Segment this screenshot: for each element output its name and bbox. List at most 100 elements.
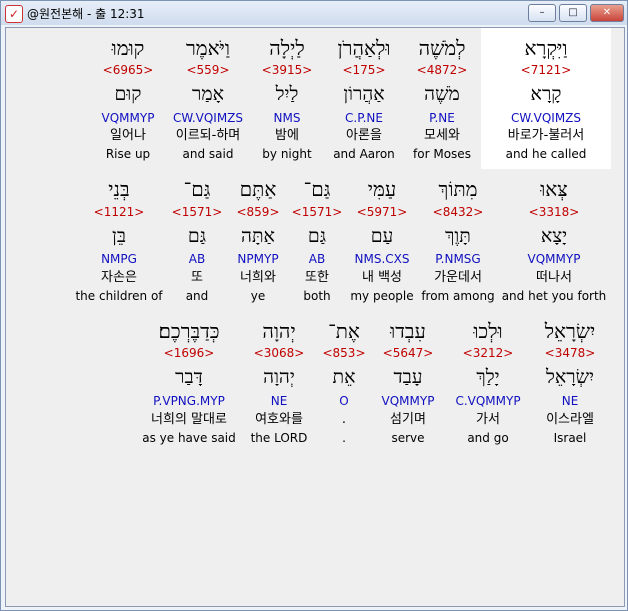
hebrew-word: אַתֶּם	[239, 177, 277, 201]
english-gloss: and go	[467, 431, 509, 445]
korean-gloss: 밤에	[275, 128, 299, 143]
strong-number[interactable]: <3068>	[242, 346, 316, 360]
english-gloss: and Aaron	[333, 147, 395, 161]
hebrew-word: יִשְׂרָאֵל	[544, 319, 596, 343]
hebrew-word: וּלְאַהֲרֹן	[337, 36, 391, 60]
lemma-word: גַּם	[187, 225, 207, 247]
korean-gloss: 모세와	[424, 128, 460, 143]
korean-gloss: 이르되-하며	[175, 128, 241, 143]
app-logo-icon: ✓	[5, 5, 23, 23]
korean-gloss: 섬기며	[390, 412, 426, 427]
minimize-button[interactable]: –	[528, 4, 556, 22]
strong-number[interactable]: <7121>	[481, 63, 611, 77]
english-gloss: from among	[421, 289, 495, 303]
parsing-code: VQMMYP	[527, 252, 581, 266]
english-gloss: by night	[262, 147, 312, 161]
strong-number[interactable]: <5971>	[346, 205, 418, 219]
parsing-code: AB	[188, 252, 206, 266]
parsing-code: NE	[561, 394, 579, 408]
korean-gloss: 가서	[476, 412, 500, 427]
strong-number[interactable]: <1696>	[138, 346, 240, 360]
strong-number[interactable]: <559>	[166, 63, 250, 77]
english-gloss: and	[185, 289, 209, 303]
lemma-word: תָּוֶךְ	[445, 225, 471, 247]
english-gloss: and het you forth	[501, 289, 607, 303]
korean-gloss: 가운데서	[434, 270, 482, 285]
hebrew-word: גַּם־	[183, 177, 211, 201]
close-button[interactable]: ✕	[590, 4, 624, 22]
korean-gloss: .	[341, 412, 347, 427]
lemma-word: יָלַךְ	[476, 366, 500, 388]
english-gloss: for Moses	[413, 147, 471, 161]
lemma-word: דָּבַר	[175, 366, 203, 388]
strong-number[interactable]: <3915>	[252, 63, 322, 77]
english-gloss: serve	[391, 431, 425, 445]
hebrew-word: צְּאוּ	[540, 177, 568, 201]
parsing-code: C.VQMMYP	[455, 394, 521, 408]
lemma-word: יָצָא	[540, 225, 568, 247]
parsing-code: C.P.NE	[345, 111, 383, 125]
strong-number[interactable]: <3478>	[532, 346, 608, 360]
hebrew-word: גַּם־	[303, 177, 331, 201]
hebrew-word: וַיֹּאמֶר	[185, 36, 231, 60]
strong-number[interactable]: <859>	[228, 205, 288, 219]
strong-number[interactable]: <1571>	[168, 205, 226, 219]
korean-gloss: 아론을	[346, 128, 382, 143]
english-gloss: the LORD	[250, 431, 308, 445]
strong-number[interactable]: <8432>	[420, 205, 496, 219]
strong-number[interactable]: <6965>	[92, 63, 164, 77]
english-gloss: ye	[250, 289, 266, 303]
interlinear-panel: וַיִּקְרָא <7121> קָרָא CW.VQIMZS 바로가-불러…	[5, 27, 625, 607]
english-gloss: the children of	[75, 289, 163, 303]
parsing-code: NPMYP	[237, 252, 279, 266]
lemma-word: יִשְׂרָאֵל	[545, 366, 595, 388]
strong-number[interactable]: <4872>	[406, 63, 478, 77]
hebrew-word: לְמֹשֶׁה	[418, 36, 466, 60]
korean-gloss: 또	[191, 270, 203, 285]
hebrew-word: לַיְלָה	[269, 36, 305, 60]
lemma-word: יְהוָה	[263, 366, 295, 388]
english-gloss: Rise up	[105, 147, 151, 161]
parsing-code: P.NE	[429, 111, 455, 125]
hebrew-word: כְּדַבֶּרְכֶם׃	[158, 319, 220, 343]
window-title: @원전본해 - 출 12:31	[27, 7, 145, 21]
app-window: ✓ @원전본해 - 출 12:31 – □ ✕ וַיִּקְרָא <7121…	[0, 0, 628, 611]
hebrew-word: וּלְכוּ	[473, 319, 503, 343]
parsing-code: NMPG	[101, 252, 137, 266]
korean-gloss: 또한	[305, 270, 329, 285]
english-gloss: Israel	[553, 431, 587, 445]
strong-number[interactable]: <3212>	[446, 346, 530, 360]
hebrew-word: וַיִּקְרָא	[524, 36, 568, 60]
title-bar[interactable]: ✓ @원전본해 - 출 12:31 – □ ✕	[1, 1, 627, 25]
lemma-word: אֵת	[332, 366, 356, 388]
lemma-word: קָרָא	[530, 83, 562, 105]
lemma-word: מֹשֶׁה	[424, 83, 460, 105]
korean-gloss: 너희와	[240, 270, 276, 285]
lemma-word: קוּם	[114, 83, 142, 105]
maximize-button[interactable]: □	[559, 4, 587, 22]
lemma-word: בֵּן	[112, 225, 126, 247]
parsing-code: NMS.CXS	[354, 252, 410, 266]
lemma-word: גַּם	[307, 225, 327, 247]
hebrew-word: עִבְדוּ	[390, 319, 426, 343]
parsing-code: CW.VQIMZS	[510, 111, 582, 125]
hebrew-word: יְהוָה	[262, 319, 296, 343]
english-gloss: and said	[182, 147, 234, 161]
korean-gloss: 자손은	[101, 270, 137, 285]
strong-number[interactable]: <1571>	[290, 205, 344, 219]
lemma-word: אַתָּה	[241, 225, 275, 247]
strong-number[interactable]: <1121>	[72, 205, 166, 219]
korean-gloss: 너희의 말대로	[151, 412, 227, 427]
korean-gloss: 내 백성	[361, 270, 402, 285]
strong-number[interactable]: <175>	[324, 63, 404, 77]
parsing-code: VQMMYP	[101, 111, 155, 125]
strong-number[interactable]: <5647>	[372, 346, 444, 360]
korean-gloss: 여호와를	[255, 412, 303, 427]
lemma-word: אַהֲרוֹן	[343, 83, 385, 105]
korean-gloss: 일어나	[110, 128, 146, 143]
english-gloss: and he called	[505, 147, 587, 161]
strong-number[interactable]: <3318>	[498, 205, 610, 219]
parsing-code: O	[339, 394, 349, 408]
strong-number[interactable]: <853>	[318, 346, 370, 360]
lemma-word: אָמַר	[192, 83, 224, 105]
